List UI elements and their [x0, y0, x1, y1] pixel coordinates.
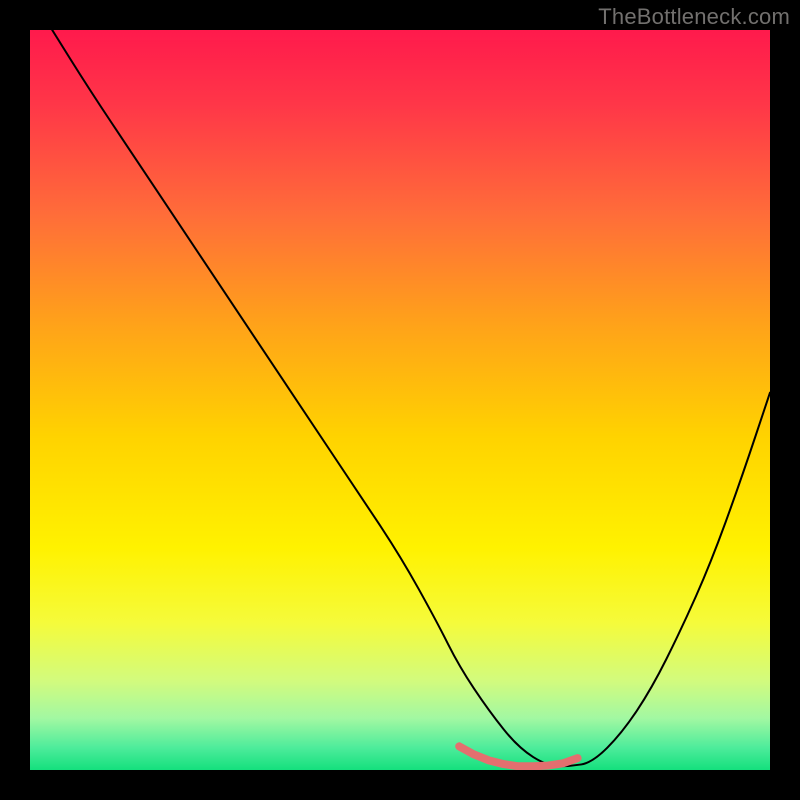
watermark-label: TheBottleneck.com	[598, 4, 790, 30]
gradient-background	[30, 30, 770, 770]
bottleneck-chart	[30, 30, 770, 770]
chart-frame: TheBottleneck.com	[0, 0, 800, 800]
